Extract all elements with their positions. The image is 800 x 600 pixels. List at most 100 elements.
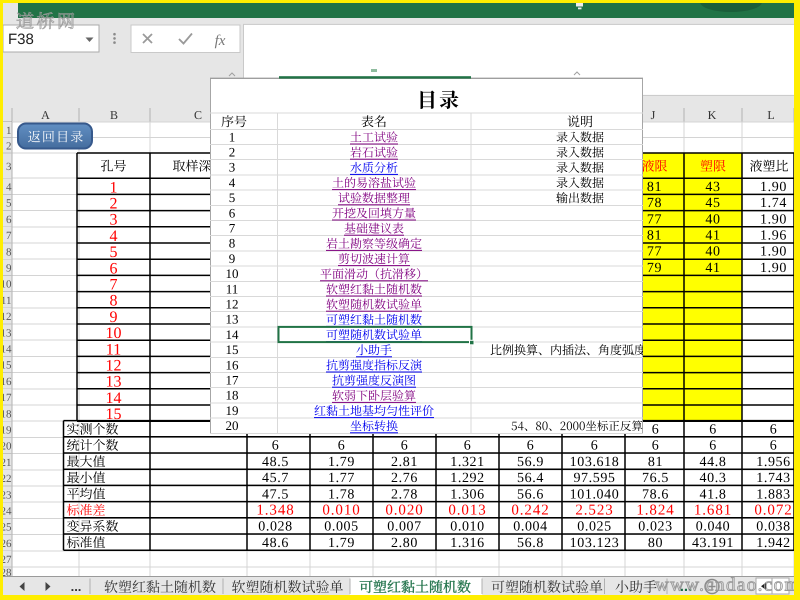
svg-text:40.3: 40.3 [700,471,727,486]
svg-text:56.8: 56.8 [517,536,544,551]
svg-text:78.6: 78.6 [642,487,669,502]
svg-text:0.025: 0.025 [577,520,612,535]
svg-text:81: 81 [647,180,662,195]
svg-text:1.306: 1.306 [450,487,485,502]
svg-text:A: A [41,108,50,122]
svg-text:1: 1 [110,179,118,196]
svg-text:40: 40 [705,212,720,227]
svg-text:9: 9 [229,251,236,266]
svg-text:6: 6 [527,439,535,454]
svg-text:6: 6 [770,423,778,438]
svg-text:0.007: 0.007 [387,520,422,535]
svg-text:9: 9 [110,309,118,326]
svg-text:56.4: 56.4 [517,471,544,486]
svg-text:48.6: 48.6 [262,536,289,551]
svg-text:...: ... [71,579,82,594]
svg-text:11: 11 [106,341,121,358]
svg-text:8: 8 [6,246,12,258]
svg-text:41: 41 [705,229,720,244]
svg-text:1.292: 1.292 [450,471,485,486]
svg-text:2.78: 2.78 [391,487,418,502]
svg-text:41: 41 [705,261,720,276]
svg-text:3: 3 [110,212,118,229]
svg-text:1.743: 1.743 [756,471,791,486]
svg-text:6: 6 [272,439,280,454]
svg-text:2.76: 2.76 [391,471,418,486]
svg-text:45.7: 45.7 [262,471,289,486]
svg-text:1.956: 1.956 [756,455,791,470]
svg-text:44.8: 44.8 [700,455,727,470]
svg-text:80: 80 [648,536,663,551]
svg-text:103.618: 103.618 [570,455,620,470]
svg-text:76.5: 76.5 [642,471,669,486]
svg-text:1.90: 1.90 [760,180,787,195]
svg-text:43.191: 43.191 [692,536,734,551]
svg-text:1.316: 1.316 [450,536,485,551]
svg-text:5: 5 [6,198,12,210]
svg-text:C: C [194,108,202,122]
svg-text:8: 8 [229,236,236,251]
svg-text:1.78: 1.78 [328,487,355,502]
svg-text:14: 14 [226,327,240,342]
svg-text:3: 3 [229,160,236,175]
svg-text:2.81: 2.81 [391,455,418,470]
svg-text:www.cndao.com: www.cndao.com [655,575,800,596]
svg-text:0.005: 0.005 [324,520,359,535]
svg-text:0.013: 0.013 [448,503,486,519]
svg-text:7: 7 [229,221,236,236]
svg-text:1: 1 [6,125,12,137]
svg-text:103.123: 103.123 [570,536,620,551]
svg-text:1.321: 1.321 [450,455,485,470]
svg-text:10: 10 [226,266,239,281]
svg-text:0.020: 0.020 [385,503,423,519]
svg-text:40: 40 [705,245,720,260]
svg-text:6: 6 [338,439,346,454]
svg-text:6: 6 [591,439,599,454]
svg-text:1.681: 1.681 [694,503,732,519]
svg-text:1.348: 1.348 [256,503,294,519]
svg-text:0.038: 0.038 [756,520,791,535]
svg-text:6: 6 [652,439,660,454]
svg-text:77: 77 [647,245,662,260]
svg-text:45: 45 [705,196,720,211]
svg-text:1.79: 1.79 [328,455,355,470]
svg-text:56.6: 56.6 [517,487,544,502]
svg-text:0.242: 0.242 [511,503,549,519]
svg-text:48.5: 48.5 [262,455,289,470]
svg-text:6: 6 [709,439,717,454]
svg-text:15: 15 [226,342,239,357]
svg-text:101.040: 101.040 [570,487,620,502]
svg-text:6: 6 [6,214,12,226]
svg-text:41.8: 41.8 [700,487,727,502]
svg-text:0.072: 0.072 [754,503,792,519]
svg-text:19: 19 [226,403,239,418]
svg-text:6: 6 [770,439,778,454]
svg-text:J: J [651,108,656,122]
svg-text:1.90: 1.90 [760,245,787,260]
svg-text:12: 12 [226,297,239,312]
svg-text:7: 7 [6,230,12,242]
svg-text:2: 2 [110,196,118,213]
svg-text:F38: F38 [8,31,34,48]
svg-text:0.028: 0.028 [258,520,293,535]
svg-text:56.9: 56.9 [517,455,544,470]
svg-text:13: 13 [226,312,239,327]
svg-text:2.523: 2.523 [575,503,613,519]
svg-text:18: 18 [226,388,239,403]
svg-text:17: 17 [226,373,240,388]
svg-text:1.96: 1.96 [760,229,787,244]
svg-text:4: 4 [229,175,236,190]
svg-text:fx: fx [215,33,226,49]
svg-text:1.824: 1.824 [636,503,674,519]
svg-text:97.595: 97.595 [573,471,615,486]
svg-text:0.010: 0.010 [322,503,360,519]
svg-text:77: 77 [647,212,662,227]
svg-text:L: L [767,108,774,122]
svg-text:5: 5 [229,190,236,205]
svg-text:81: 81 [647,229,662,244]
svg-text:14: 14 [106,390,122,407]
svg-text:8: 8 [110,293,118,310]
svg-text:0.040: 0.040 [696,520,731,535]
svg-text:3: 3 [6,161,12,173]
svg-text:12: 12 [106,358,122,375]
